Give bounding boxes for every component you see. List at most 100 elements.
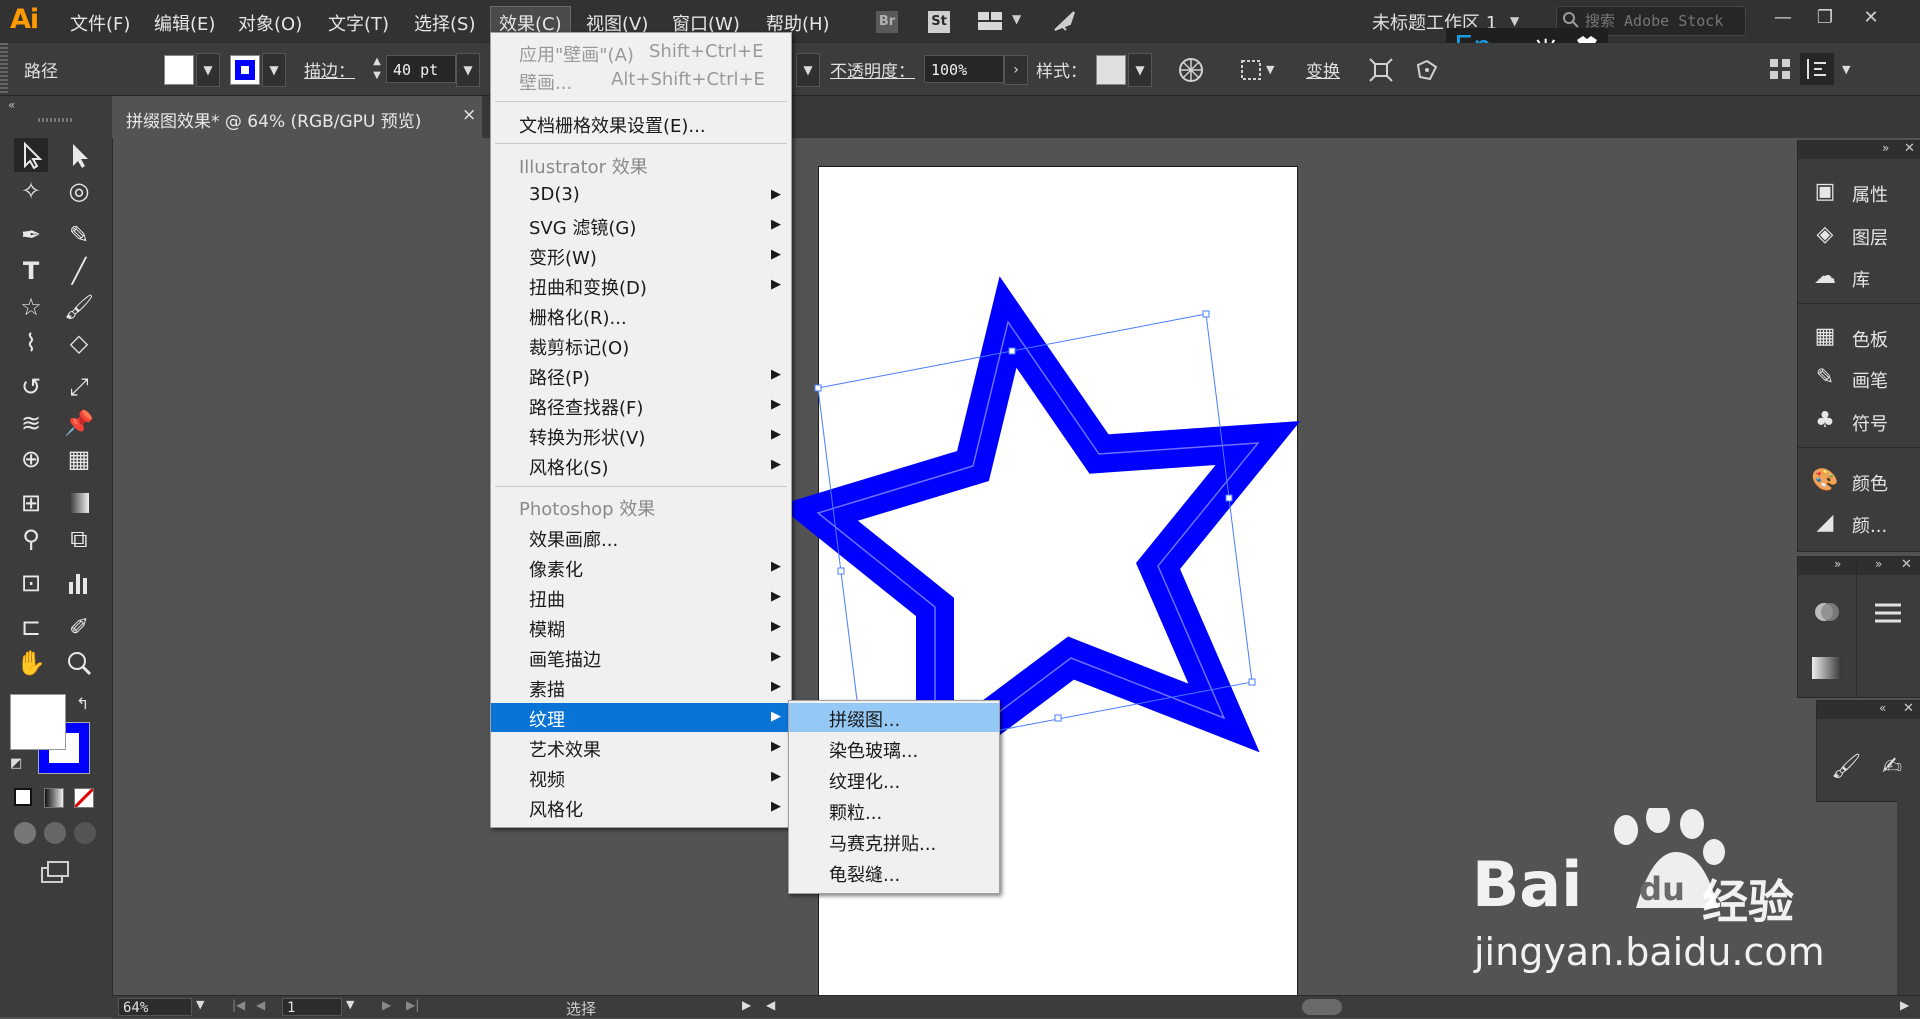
- status-menu-icon[interactable]: ▶: [742, 998, 751, 1012]
- paintbrush-tool-icon[interactable]: 🖌: [62, 290, 96, 324]
- shape-builder-tool-icon[interactable]: ⊕: [14, 442, 48, 476]
- chevron-down-icon[interactable]: ▼: [346, 998, 354, 1011]
- graphic-style-swatch[interactable]: [1096, 55, 1126, 85]
- menu-object[interactable]: 对象(O): [238, 10, 302, 36]
- type-tool-icon[interactable]: T: [14, 254, 48, 288]
- gradient-mode-icon[interactable]: [44, 788, 64, 808]
- menu-item-blur[interactable]: 模糊 ▶: [491, 613, 791, 642]
- puppet-warp-tool-icon[interactable]: 📌: [62, 406, 96, 440]
- isolate-object-icon[interactable]: [1368, 57, 1394, 83]
- properties-toggle[interactable]: [1800, 53, 1834, 85]
- menu-item-crop-marks[interactable]: 裁剪标记(O): [491, 331, 791, 360]
- shaper-tool-icon[interactable]: ⌇: [14, 326, 48, 360]
- magic-wand-tool-icon[interactable]: ✧: [14, 174, 48, 208]
- horizontal-scroll-thumb[interactable]: [1302, 999, 1342, 1015]
- draw-inside-icon[interactable]: [74, 822, 96, 844]
- panel-properties[interactable]: ▣ 属性: [1798, 174, 1920, 210]
- prev-artboard-icon[interactable]: ◀: [256, 998, 265, 1012]
- gpu-performance-icon[interactable]: [1052, 8, 1078, 34]
- fill-dropdown[interactable]: ▼: [196, 53, 220, 87]
- stroke-stepper[interactable]: ▲ ▼: [370, 55, 384, 83]
- menu-item-craquelure[interactable]: 龟裂缝...: [789, 858, 999, 887]
- menu-item-distort[interactable]: 扭曲 ▶: [491, 583, 791, 612]
- panel-swatches[interactable]: ▦ 色板: [1798, 319, 1920, 355]
- menu-item-apply-last-effect[interactable]: 应用"壁画"(A) Shift+Ctrl+E: [491, 38, 791, 67]
- menu-item-distort-transform[interactable]: 扭曲和变换(D) ▶: [491, 271, 791, 300]
- panel-symbols[interactable]: ♣ 符号: [1798, 403, 1920, 439]
- menu-item-rasterize[interactable]: 栅格化(R)...: [491, 301, 791, 330]
- arrange-documents-icon[interactable]: [978, 10, 1004, 32]
- zoom-field[interactable]: 64%: [118, 998, 192, 1016]
- restore-icon[interactable]: ❐: [1810, 6, 1840, 30]
- scale-tool-icon[interactable]: ⤢: [62, 370, 96, 404]
- star-tool-icon[interactable]: ☆: [14, 290, 48, 324]
- collapse-icon[interactable]: »: [1834, 557, 1841, 571]
- menu-item-last-effect[interactable]: 壁画... Alt+Shift+Ctrl+E: [491, 66, 791, 95]
- stroke-label[interactable]: 描边：: [304, 57, 355, 82]
- document-tab[interactable]: 拼缀图效果* @ 64% (RGB/GPU 预览) ×: [112, 96, 482, 138]
- warp-tool-icon[interactable]: ≋: [14, 406, 48, 440]
- menu-item-stained-glass[interactable]: 染色玻璃...: [789, 734, 999, 763]
- line-segment-tool-icon[interactable]: ╱: [62, 254, 96, 288]
- collapse-icon[interactable]: »: [1882, 141, 1889, 155]
- screen-mode-icon[interactable]: [40, 860, 70, 884]
- panel-libraries[interactable]: ☁ 库: [1798, 259, 1920, 295]
- align-to-icon[interactable]: [1238, 57, 1264, 83]
- collapse-icon[interactable]: «: [1879, 701, 1886, 715]
- brush-icon[interactable]: 🖌: [1831, 751, 1861, 781]
- draw-behind-icon[interactable]: [44, 822, 66, 844]
- stroke-swatch[interactable]: [230, 55, 260, 85]
- close-icon[interactable]: ✕: [1901, 557, 1912, 572]
- menu-item-video[interactable]: 视频 ▶: [491, 763, 791, 792]
- symbol-sprayer-tool-icon[interactable]: ⊡: [14, 566, 48, 600]
- chevron-down-icon[interactable]: ▼: [1266, 63, 1274, 76]
- zoom-tool-icon[interactable]: [62, 646, 96, 680]
- pen-tool-icon[interactable]: ✒: [14, 218, 48, 252]
- arrange-panels-icon[interactable]: [1768, 57, 1792, 81]
- close-tab-icon[interactable]: ×: [462, 105, 476, 125]
- first-artboard-icon[interactable]: |◀: [232, 998, 245, 1012]
- menu-item-stylize-illustrator[interactable]: 风格化(S) ▶: [491, 451, 791, 480]
- menu-item-mosaic-tiles[interactable]: 马赛克拼贴...: [789, 827, 999, 856]
- chevron-down-icon[interactable]: ▼: [196, 998, 204, 1011]
- menu-item-path[interactable]: 路径(P) ▶: [491, 361, 791, 390]
- menu-item-convert-to-shape[interactable]: 转换为形状(V) ▶: [491, 421, 791, 450]
- slice-tool-icon[interactable]: ✐: [62, 610, 96, 644]
- menu-edit[interactable]: 编辑(E): [154, 10, 215, 36]
- transform-link[interactable]: 变换: [1306, 57, 1340, 82]
- puppet-warp-icon[interactable]: [1414, 57, 1440, 83]
- panel-grip[interactable]: [38, 118, 72, 122]
- minimize-icon[interactable]: —: [1768, 6, 1798, 30]
- menu-item-grain[interactable]: 颗粒...: [789, 796, 999, 825]
- collapse-icon[interactable]: »: [1875, 557, 1882, 571]
- default-colors-icon[interactable]: ◩: [10, 756, 22, 771]
- next-artboard-icon[interactable]: ▶: [382, 998, 391, 1012]
- opacity-input[interactable]: 100%: [924, 55, 1004, 83]
- eraser-tool-icon[interactable]: ◇: [62, 326, 96, 360]
- menu-item-sketch[interactable]: 素描 ▶: [491, 673, 791, 702]
- rotate-tool-icon[interactable]: ↺: [14, 370, 48, 404]
- direct-selection-tool-icon[interactable]: [62, 138, 96, 172]
- close-icon[interactable]: ✕: [1903, 701, 1914, 716]
- gradient-tool-icon[interactable]: [62, 486, 96, 520]
- hand-tool-icon[interactable]: ✋: [14, 646, 48, 680]
- menu-item-effect-gallery[interactable]: 效果画廊...: [491, 523, 791, 552]
- chevron-down-icon[interactable]: ▼: [1012, 12, 1021, 26]
- close-icon[interactable]: ✕: [1904, 141, 1915, 156]
- artboard-tool-icon[interactable]: ⊏: [14, 610, 48, 644]
- menu-item-patchwork[interactable]: 拼缀图...: [789, 703, 999, 732]
- none-mode-icon[interactable]: [74, 788, 94, 808]
- menu-item-stylize-photoshop[interactable]: 风格化 ▶: [491, 793, 791, 822]
- menu-select[interactable]: 选择(S): [414, 10, 475, 36]
- menu-item-texture[interactable]: 纹理 ▶: [491, 703, 791, 732]
- control-bar-grip[interactable]: [0, 43, 8, 95]
- variable-width-dropdown[interactable]: ▼: [796, 53, 820, 87]
- transparency-icon[interactable]: [1812, 597, 1842, 627]
- menu-item-brush-strokes[interactable]: 画笔描边 ▶: [491, 643, 791, 672]
- column-graph-tool-icon[interactable]: [62, 566, 96, 600]
- menu-item-artistic[interactable]: 艺术效果 ▶: [491, 733, 791, 762]
- menu-type[interactable]: 文字(T): [328, 10, 389, 36]
- recolor-artwork-icon[interactable]: [1178, 57, 1204, 83]
- perspective-grid-tool-icon[interactable]: ▦: [62, 442, 96, 476]
- selection-tool-icon[interactable]: [14, 138, 48, 172]
